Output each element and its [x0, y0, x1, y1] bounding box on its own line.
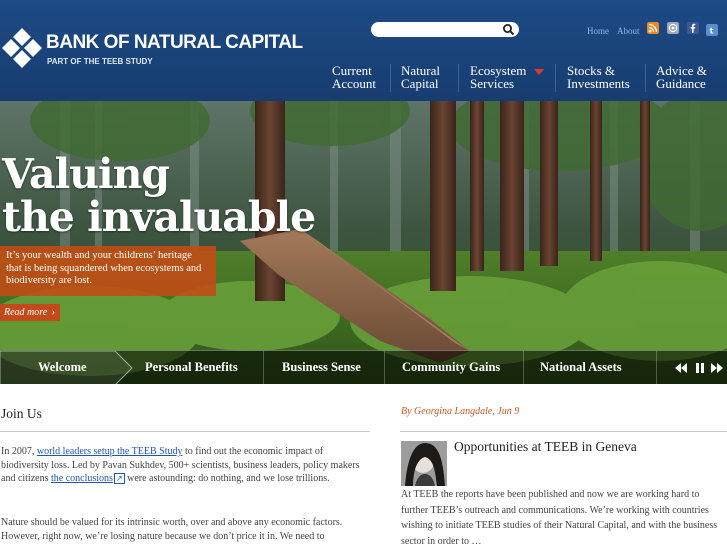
nav-current-account[interactable]: Current Account [332, 64, 376, 96]
site-header: BANK OF NATURAL CAPITAL PART OF THE TEEB… [0, 0, 727, 101]
twitter-icon[interactable]: t [706, 24, 718, 36]
search-input[interactable] [377, 23, 497, 36]
tab-personal-benefits[interactable]: Personal Benefits [145, 351, 238, 384]
text: In 2007, [1, 446, 37, 457]
email-icon[interactable] [667, 22, 679, 34]
nav-divider [458, 64, 459, 92]
read-more-label: Read more [4, 307, 48, 318]
nav-advice-guidance[interactable]: Advice & Guidance [656, 64, 707, 96]
next-icon[interactable] [711, 363, 723, 373]
nav-divider [390, 64, 391, 92]
forest-background-image [0, 101, 727, 384]
join-section: Join Us In 2007, world leaders setup the… [0, 406, 370, 542]
search-box [371, 22, 519, 37]
section-title: Join Us [1, 406, 42, 421]
post-title-link[interactable]: Opportunities at TEEB in Geneva [454, 439, 637, 455]
hero-banner: Valuing the invaluable It’s your wealth … [0, 101, 727, 384]
news-section: By Georgina Langdale, Jun 9 Opportunitie… [400, 406, 727, 545]
tab-business-sense[interactable]: Business Sense [282, 351, 361, 384]
about-link[interactable]: About [617, 26, 640, 36]
hero-title: Valuing the invaluable [2, 150, 316, 241]
body-paragraph: Nature should be valued for its intrinsi… [1, 517, 343, 542]
divider [0, 431, 370, 432]
tab-divider [523, 351, 524, 384]
text: were astounding: do nothing, and we lose… [124, 473, 330, 484]
divider [400, 431, 727, 432]
nav-divider [645, 64, 646, 92]
nav-natural-capital[interactable]: Natural Capital [401, 64, 440, 96]
tab-welcome[interactable]: Welcome [38, 351, 87, 384]
nav-ecosystem-services[interactable]: Ecosystem Services [470, 64, 526, 96]
nav-divider [555, 64, 556, 92]
intro-paragraph: In 2007, world leaders setup the TEEB St… [1, 445, 369, 486]
dropdown-arrow-icon[interactable] [534, 69, 544, 75]
external-link-icon: ↗ [113, 473, 125, 484]
rss-icon[interactable] [647, 22, 659, 34]
facebook-icon[interactable] [687, 22, 699, 34]
chevron-right-icon: › [51, 307, 56, 318]
nav-stocks-investments[interactable]: Stocks & Investments [567, 64, 630, 96]
tab-divider [384, 351, 385, 384]
tab-divider [263, 351, 264, 384]
brand-subtitle: PART OF THE TEEB STUDY [47, 57, 153, 66]
svg-text:t: t [710, 27, 714, 36]
site-logo[interactable]: BANK OF NATURAL CAPITAL PART OF THE TEEB… [0, 26, 303, 76]
search-icon[interactable] [502, 23, 515, 36]
post-byline: By Georgina Langdale, Jun 9 [401, 406, 520, 417]
brand-title: BANK OF NATURAL CAPITAL [46, 32, 303, 53]
feature-tabs: Welcome Personal Benefits Business Sense… [0, 350, 727, 384]
read-more-button[interactable]: Read more › [0, 304, 60, 321]
pause-icon[interactable] [694, 363, 706, 373]
home-link[interactable]: Home [587, 26, 609, 36]
diamond-logo-icon [2, 28, 42, 68]
tab-national-assets[interactable]: National Assets [540, 351, 622, 384]
teeb-study-link[interactable]: world leaders setup the TEEB Study [37, 446, 183, 457]
previous-icon[interactable] [675, 363, 687, 373]
conclusions-link[interactable]: the conclusions [51, 473, 113, 484]
author-avatar [401, 441, 447, 486]
hero-caption: It’s your wealth and your childrens’ her… [0, 246, 216, 296]
tab-divider [656, 351, 657, 384]
post-excerpt: At TEEB the reports have been published … [401, 489, 718, 545]
tab-community-gains[interactable]: Community Gains [402, 351, 500, 384]
